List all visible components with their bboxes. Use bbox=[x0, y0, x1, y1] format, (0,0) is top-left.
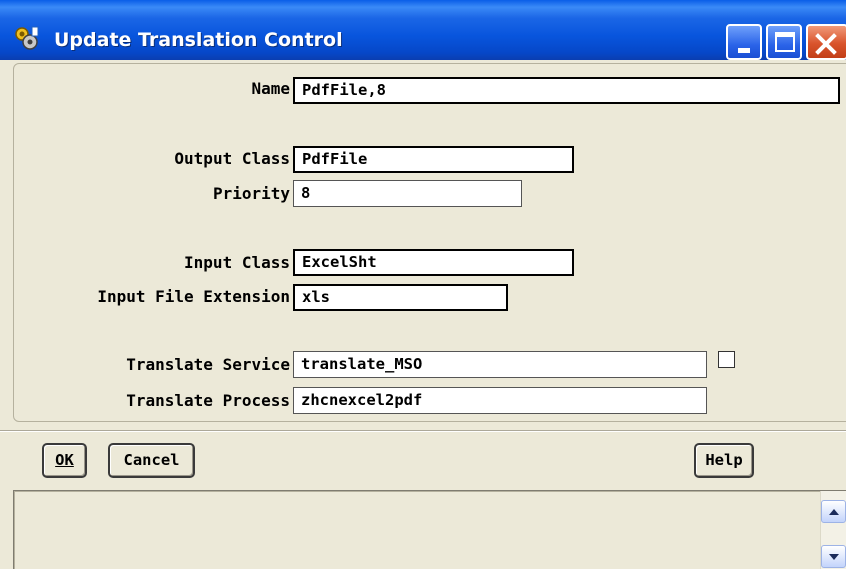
input-class-field[interactable]: ExcelSht bbox=[293, 249, 574, 276]
message-area[interactable] bbox=[13, 490, 846, 569]
priority-label: Priority bbox=[212, 184, 290, 203]
close-button[interactable] bbox=[806, 24, 846, 60]
output-class-label: Output Class bbox=[174, 149, 290, 168]
ok-button[interactable]: OK bbox=[42, 443, 87, 478]
input-class-label: Input Class bbox=[184, 253, 290, 272]
cancel-button[interactable]: Cancel bbox=[108, 443, 195, 478]
minimize-button[interactable] bbox=[726, 24, 762, 60]
minimize-icon bbox=[738, 48, 750, 53]
name-field[interactable]: PdfFile,8 bbox=[293, 77, 840, 104]
close-icon bbox=[815, 33, 837, 55]
title-bar[interactable]: Update Translation Control bbox=[0, 0, 846, 60]
translate-process-label: Translate Process bbox=[126, 391, 290, 410]
maximize-icon bbox=[775, 32, 795, 52]
dialog-window: Update Translation Control Name PdfFile,… bbox=[0, 0, 846, 569]
scroll-down-button[interactable] bbox=[821, 545, 846, 568]
translate-service-checkbox[interactable] bbox=[718, 351, 735, 368]
triangle-down-icon bbox=[829, 554, 839, 560]
translate-service-label: Translate Service bbox=[126, 355, 290, 374]
input-file-extension-field[interactable]: xls bbox=[293, 284, 508, 311]
priority-field[interactable]: 8 bbox=[293, 180, 522, 207]
ok-button-label: OK bbox=[55, 451, 74, 469]
name-label: Name bbox=[251, 79, 290, 98]
gear-app-icon bbox=[15, 26, 39, 50]
scroll-up-button[interactable] bbox=[821, 500, 846, 523]
divider bbox=[0, 430, 846, 432]
maximize-button[interactable] bbox=[766, 24, 802, 60]
triangle-up-icon bbox=[829, 509, 839, 515]
output-class-field[interactable]: PdfFile bbox=[293, 146, 574, 173]
help-button[interactable]: Help bbox=[694, 443, 754, 478]
input-file-extension-label: Input File Extension bbox=[97, 287, 290, 306]
translate-service-field[interactable]: translate_MSO bbox=[293, 351, 707, 378]
translate-process-field[interactable]: zhcnexcel2pdf bbox=[293, 387, 707, 414]
window-title: Update Translation Control bbox=[54, 29, 343, 51]
